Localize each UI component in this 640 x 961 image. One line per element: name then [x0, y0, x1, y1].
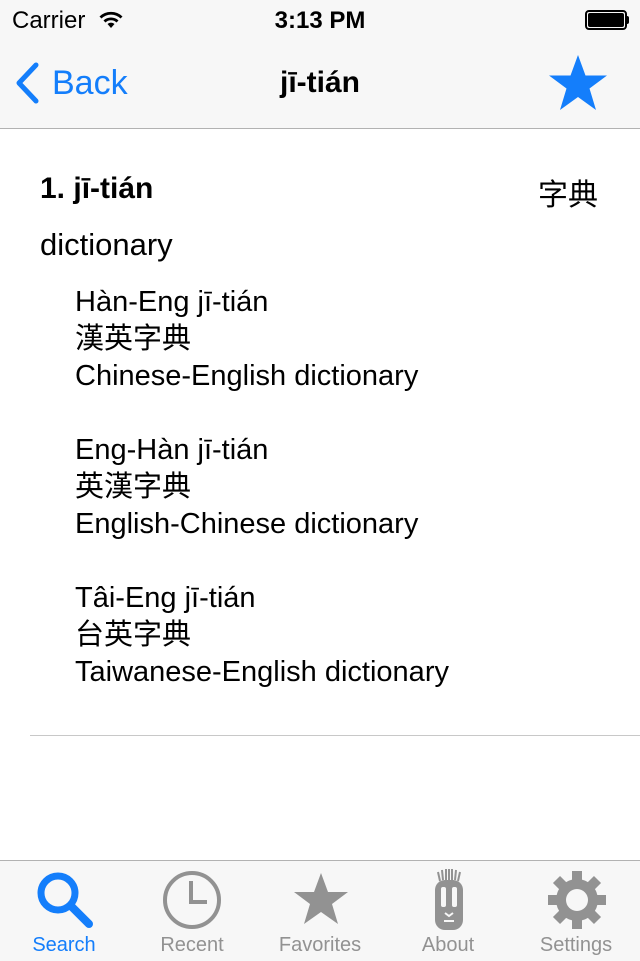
battery-full-icon — [585, 10, 629, 30]
example-item: Hàn-Eng jī-tián 漢英字典 Chinese-English dic… — [75, 284, 449, 395]
example-translation: Chinese-English dictionary — [75, 360, 419, 392]
status-bar: Carrier 3:13 PM — [0, 0, 640, 40]
example-translation: Taiwanese-English dictionary — [75, 656, 449, 688]
entry-definition: dictionary — [40, 227, 173, 262]
tab-favorites[interactable]: Favorites — [256, 861, 384, 961]
example-romanization: Tâi-Eng jī-tián — [75, 582, 256, 614]
tab-bar: Search Recent Favorites About Settings — [0, 860, 640, 961]
search-icon — [37, 872, 93, 928]
example-item: Eng-Hàn jī-tián 英漢字典 English-Chinese dic… — [75, 432, 449, 543]
navigation-bar: Back jī-tián — [0, 40, 640, 129]
star-icon — [548, 55, 608, 116]
page-title: jī-tián — [280, 66, 360, 99]
tab-label: Search — [32, 934, 96, 956]
examples-list: Hàn-Eng jī-tián 漢英字典 Chinese-English dic… — [75, 284, 449, 728]
tab-label: Settings — [539, 934, 613, 956]
entry-heading: 1. jī-tián — [40, 172, 154, 205]
example-hanzi: 英漢字典 — [75, 471, 192, 503]
entry-hanzi: 字典 — [538, 179, 598, 212]
favorite-button[interactable] — [548, 54, 608, 117]
tab-label: About — [421, 934, 475, 956]
tab-about[interactable]: About — [384, 861, 512, 961]
tab-settings[interactable]: Settings — [512, 861, 640, 961]
tab-label: Recent — [160, 934, 224, 956]
example-hanzi: 漢英字典 — [75, 323, 192, 355]
star-icon — [294, 873, 348, 924]
example-romanization: Eng-Hàn jī-tián — [75, 434, 269, 466]
example-romanization: Hàn-Eng jī-tián — [75, 286, 269, 318]
gear-icon — [548, 871, 606, 929]
example-item: Tâi-Eng jī-tián 台英字典 Taiwanese-English d… — [75, 580, 449, 691]
clock-icon — [163, 871, 221, 929]
status-time: 3:13 PM — [274, 7, 366, 34]
tab-search[interactable]: Search — [0, 861, 128, 961]
entry-content: 1. jī-tián 字典 dictionary Hàn-Eng jī-tián… — [0, 129, 640, 860]
example-translation: English-Chinese dictionary — [75, 508, 419, 540]
tab-label: Favorites — [278, 934, 362, 956]
entry-divider — [30, 735, 640, 736]
example-hanzi: 台英字典 — [75, 619, 192, 651]
tiki-mask-icon — [435, 869, 463, 930]
tab-recent[interactable]: Recent — [128, 861, 256, 961]
